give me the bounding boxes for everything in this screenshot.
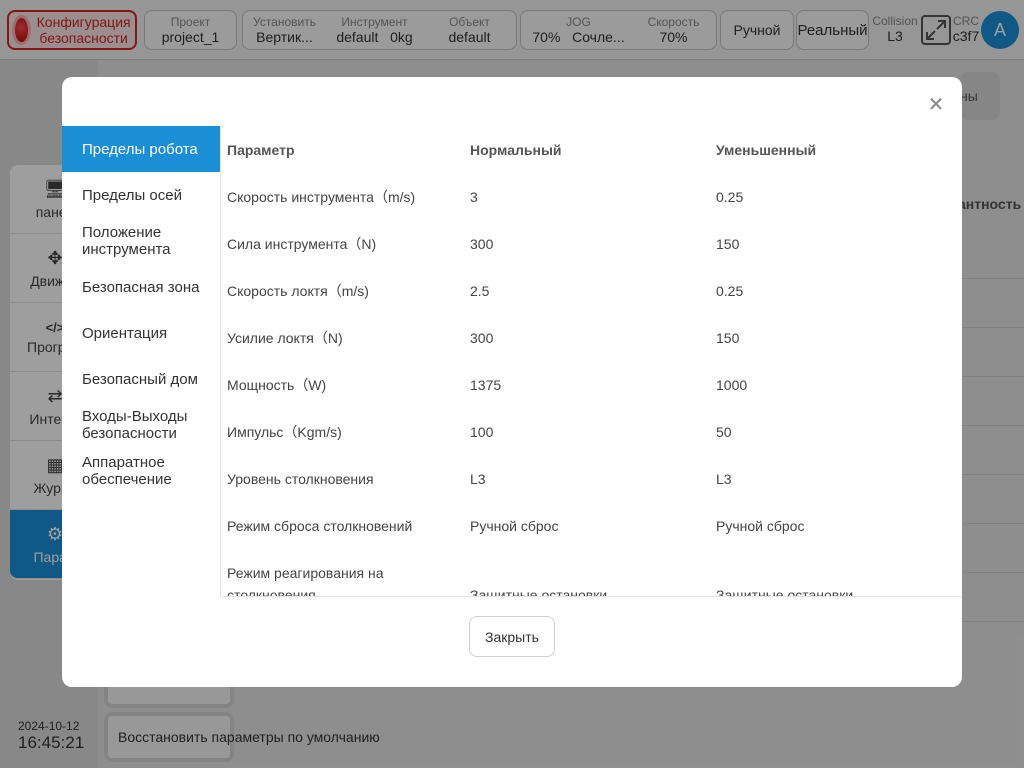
row-reduced-value: 1000: [716, 376, 748, 393]
row-reduced-value: 50: [716, 423, 732, 440]
row-reduced-value: 0.25: [716, 188, 744, 205]
row-normal-value: 300: [470, 329, 494, 346]
table-row: Сила инструмента（N) 300 150: [222, 220, 962, 267]
close-button[interactable]: Закрыть: [469, 616, 555, 657]
table-row: Усилие локтя（N) 300 150: [222, 314, 962, 361]
header-normal: Нормальный: [470, 141, 562, 158]
row-reduced-value: 0.25: [716, 282, 744, 299]
row-reduced-value: 150: [716, 329, 740, 346]
header-parameter: Параметр: [227, 141, 295, 158]
table-row: Мощность（W) 1375 1000: [222, 361, 962, 408]
row-parameter: Режим сброса столкновений: [227, 517, 413, 534]
tab-orientation[interactable]: Ориентация: [62, 310, 220, 356]
tab-label: Ориентация: [82, 324, 168, 342]
tab-label: Пределы робота: [82, 140, 198, 158]
row-reduced-value: Ручной сброс: [716, 517, 805, 534]
table-row: Импульс（Kgm/s) 100 50: [222, 408, 962, 455]
tab-label: Аппаратное обеспечение: [82, 454, 172, 488]
tab-tool-position[interactable]: Положение инструмента: [62, 218, 220, 264]
row-parameter: Скорость инструмента（m/s): [227, 188, 416, 205]
tab-safe-home[interactable]: Безопасный дом: [62, 356, 220, 402]
tab-label: Безопасная зона: [82, 278, 200, 296]
row-parameter: Скорость локтя（m/s): [227, 282, 369, 299]
row-normal-value: 2.5: [470, 282, 490, 299]
row-parameter: Импульс（Kgm/s): [227, 423, 342, 440]
table-row: Скорость инструмента（m/s) 3 0.25: [222, 173, 962, 220]
row-reduced-value: L3: [716, 470, 732, 487]
row-normal-value: L3: [470, 470, 486, 487]
row-reduced-value: 150: [716, 235, 740, 252]
tab-robot-limits[interactable]: Пределы робота: [62, 126, 220, 172]
tab-joint-limits[interactable]: Пределы осей: [62, 172, 220, 218]
row-reduced-value: Защитные остановки: [716, 587, 854, 597]
tab-safety-io[interactable]: Входы-Выходы безопасности: [62, 402, 220, 448]
row-normal-value: Ручной сброс: [470, 517, 559, 534]
row-normal-value: 300: [470, 235, 494, 252]
row-normal-value: 1375: [470, 376, 502, 393]
row-normal-value: 3: [470, 188, 478, 205]
close-icon[interactable]: ✕: [926, 95, 946, 115]
row-parameter: Режим реагирования на столкновения: [227, 565, 384, 597]
dialog-tab-list: Пределы робота Пределы осей Положение ин…: [62, 126, 221, 597]
tab-label: Безопасный дом: [82, 370, 198, 388]
row-normal-value: Защитные остановки: [470, 587, 608, 597]
row-parameter: Усилие локтя（N): [227, 329, 343, 346]
row-normal-value: 100: [470, 423, 494, 440]
row-parameter: Сила инструмента（N): [227, 235, 377, 252]
table-row: Скорость локтя（m/s) 2.5 0.25: [222, 267, 962, 314]
table-header-row: Параметр Нормальный Уменьшенный: [222, 126, 962, 173]
tab-safe-zone[interactable]: Безопасная зона: [62, 264, 220, 310]
row-parameter: Уровень столкновения: [227, 470, 374, 487]
row-parameter: Мощность（W): [227, 376, 327, 393]
header-reduced: Уменьшенный: [716, 141, 817, 158]
table-row: Уровень столкновения L3 L3: [222, 455, 962, 502]
table-row: Режим сброса столкновений Ручной сброс Р…: [222, 502, 962, 549]
table-row: Режим реагирования на столкновения Защит…: [222, 549, 962, 597]
tab-label: Положение инструмента: [82, 224, 171, 258]
safety-config-dialog: ✕ Пределы робота Пределы осей Положение …: [62, 77, 962, 687]
limits-table: Параметр Нормальный Уменьшенный Скорость…: [222, 126, 962, 597]
tab-hardware[interactable]: Аппаратное обеспечение: [62, 448, 220, 494]
tab-label: Входы-Выходы безопасности: [82, 408, 188, 442]
tab-label: Пределы осей: [82, 186, 182, 204]
